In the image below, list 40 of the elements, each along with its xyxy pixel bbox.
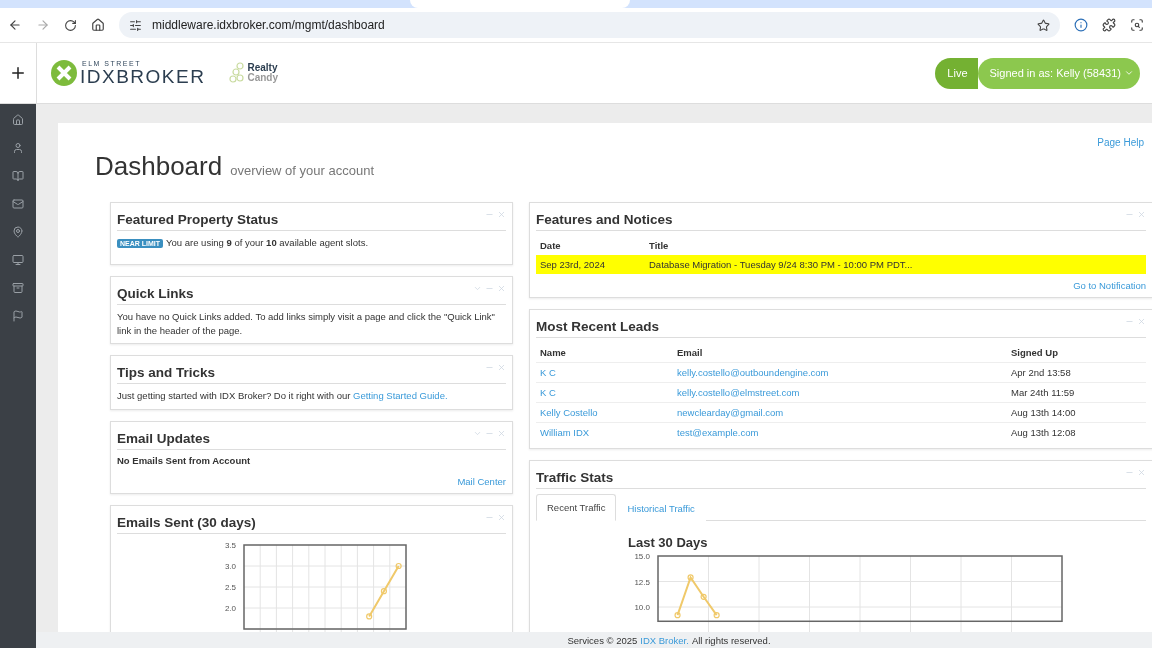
slots-text: You are using 9 of your 10 available agent slots. (166, 237, 369, 248)
axis-tick-label: 2.5 (224, 583, 236, 593)
axis-tick-label: 10.0 (634, 603, 650, 612)
column-header: Date (540, 240, 562, 251)
live-indicator: Live (935, 57, 978, 89)
card-title: Traffic Stats (536, 469, 614, 485)
footer-rights-text: All rights reserved. (691, 634, 771, 646)
column-header: Email (677, 347, 704, 358)
page-subtitle: overview of your account (230, 163, 374, 178)
axis-tick-label: 2.0 (224, 604, 236, 614)
date-cell-text: Sep 23rd, 2024 (540, 259, 606, 270)
card-title: Quick Links (117, 284, 194, 301)
partner-logo-top: Realty (247, 63, 278, 73)
card-title: Email Updates (117, 430, 211, 447)
column-header: Title (649, 240, 670, 251)
card-title: Featured Property Status (117, 211, 279, 227)
axis-tick-label: 15.0 (634, 552, 650, 561)
signed-up-cell-text: Mar 24th 11:59 (1011, 387, 1076, 398)
page-title: Dashboard (95, 151, 223, 182)
title-cell-text: Database Migration - Tuesday 9/24 8:30 PM - 10:00 PM PDT... (649, 259, 914, 270)
url-text: middleware.idxbroker.com/mgmt/dashboard (152, 18, 385, 32)
card-title: Most Recent Leads (536, 318, 660, 334)
quick-links-text: You have no Quick Links added. To add links simply visit a page and click the "Quick Link" link in the header of the page. (117, 309, 496, 338)
footer-text: Services © 2025 (567, 634, 638, 646)
tips-text: Just getting started with IDX Broker? Do it right with our (117, 390, 351, 402)
signed-up-cell-text: Aug 13th 12:08 (1011, 427, 1077, 438)
signed-up-cell-text: Aug 13th 14:00 (1011, 407, 1077, 418)
column-header: Name (540, 347, 567, 358)
axis-tick-label: 3.5 (224, 541, 236, 551)
partner-logo-bottom: Candy (247, 73, 278, 83)
axis-tick-label: 3.0 (224, 562, 236, 572)
chart-title: Last 30 Days (628, 535, 709, 550)
card-title: Emails Sent (30 days) (117, 514, 256, 531)
card-title: Features and Notices (536, 211, 673, 227)
signed-up-cell-text: Apr 2nd 13:58 (1011, 367, 1072, 378)
no-emails-text: No Emails Sent from Account (117, 455, 252, 467)
card-title: Tips and Tricks (117, 364, 216, 381)
column-header: Signed Up (1011, 347, 1059, 358)
logo-wordmark: IDXBROKER (80, 67, 206, 86)
axis-tick-label: 12.5 (634, 577, 650, 587)
